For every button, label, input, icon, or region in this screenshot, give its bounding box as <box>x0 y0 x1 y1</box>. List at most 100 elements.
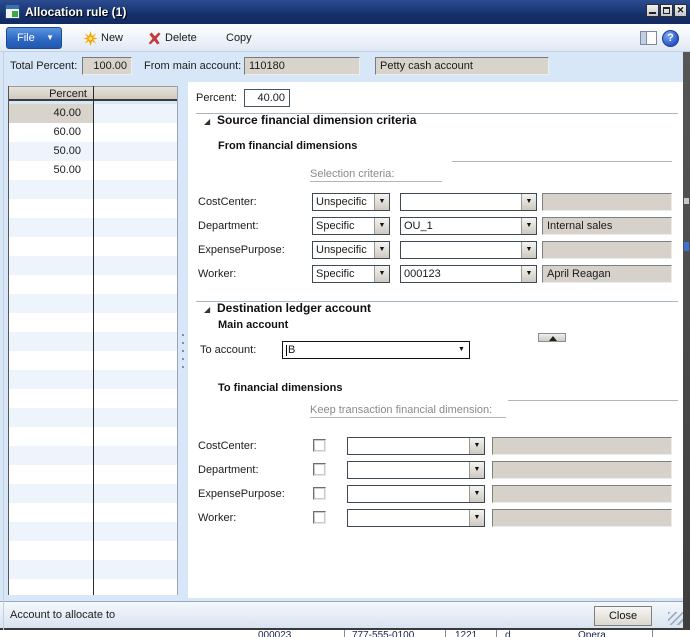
costcenter-checkbox[interactable] <box>313 439 326 452</box>
expensepurpose-mode-select[interactable]: Unspecific ▼ <box>312 241 390 259</box>
expensepurpose-label: ExpensePurpose: <box>198 241 285 259</box>
department-value-select[interactable]: OU_1 ▼ <box>400 217 537 235</box>
chevron-down-icon[interactable]: ▼ <box>521 242 536 258</box>
table-row[interactable]: 40.00 <box>9 104 87 123</box>
costcenter-to-name-field <box>492 437 672 455</box>
percent-grid: Percent 40.00 60.00 50.00 50.00 <box>8 86 178 595</box>
source-section-header[interactable]: Source financial dimension criteria <box>217 113 416 127</box>
background-column-divider <box>652 630 653 637</box>
file-menu-label: File <box>17 28 35 48</box>
selection-criteria-line <box>452 161 672 162</box>
chevron-down-icon[interactable]: ▼ <box>374 242 389 258</box>
grid-column-divider <box>93 86 94 595</box>
file-menu-button[interactable]: File ▼ <box>6 27 62 49</box>
chevron-down-icon[interactable]: ▼ <box>469 510 484 526</box>
from-main-account-field: 110180 <box>244 57 360 75</box>
costcenter-mode-select[interactable]: Unspecific ▼ <box>312 193 390 211</box>
percent-column-header[interactable]: Percent <box>9 87 93 102</box>
minimize-button[interactable] <box>646 4 659 17</box>
scroll-up-button[interactable] <box>538 333 566 342</box>
chevron-down-icon[interactable]: ▼ <box>521 266 536 282</box>
costcenter-value-select[interactable]: ▼ <box>400 193 537 211</box>
expensepurpose-value-select[interactable]: ▼ <box>400 241 537 259</box>
copy-button[interactable]: Copy <box>226 24 252 52</box>
chevron-down-icon[interactable]: ▼ <box>374 266 389 282</box>
percent-label: Percent: <box>196 89 237 107</box>
chevron-down-icon[interactable]: ▼ <box>469 462 484 478</box>
table-row[interactable]: 50.00 <box>9 161 87 180</box>
costcenter-label: CostCenter: <box>198 437 257 455</box>
minimize-icon <box>649 12 656 14</box>
to-account-combobox[interactable]: B ▼ <box>282 341 470 359</box>
table-row[interactable]: 50.00 <box>9 142 87 161</box>
department-label: Department: <box>198 461 259 479</box>
splitter-handle[interactable] <box>181 334 185 368</box>
from-financial-dimensions-header: From financial dimensions <box>218 140 357 152</box>
costcenter-to-select[interactable]: ▼ <box>347 437 485 455</box>
chevron-down-icon: ▼ <box>46 28 54 48</box>
background-column-divider <box>496 630 497 637</box>
chevron-down-icon[interactable]: ▼ <box>454 342 469 358</box>
chevron-down-icon[interactable]: ▼ <box>469 438 484 454</box>
maximize-button[interactable] <box>660 4 673 17</box>
destination-section-header[interactable]: Destination ledger account <box>217 301 371 315</box>
background-row-fragment: Opera <box>578 630 606 637</box>
chevron-down-icon[interactable]: ▼ <box>374 194 389 210</box>
chevron-down-icon[interactable]: ▼ <box>521 194 536 210</box>
expensepurpose-name-field <box>542 241 672 259</box>
chevron-down-icon[interactable]: ▼ <box>469 486 484 502</box>
worker-checkbox[interactable] <box>313 511 326 524</box>
chevron-down-icon[interactable]: ▼ <box>374 218 389 234</box>
costcenter-label: CostCenter: <box>198 193 257 211</box>
form-icon <box>5 4 20 19</box>
worker-to-select[interactable]: ▼ <box>347 509 485 527</box>
expensepurpose-checkbox[interactable] <box>313 487 326 500</box>
toggle-pane-icon[interactable] <box>640 31 657 45</box>
worker-value-select[interactable]: 000123 ▼ <box>400 265 537 283</box>
delete-button[interactable]: Delete <box>165 24 197 52</box>
background-column-divider <box>344 630 345 637</box>
table-row[interactable]: 60.00 <box>9 123 87 142</box>
text-cursor <box>286 345 287 356</box>
worker-to-name-field <box>492 509 672 527</box>
resize-grip[interactable] <box>668 612 684 625</box>
costcenter-name-field <box>542 193 672 211</box>
arrow-up-icon <box>549 336 557 341</box>
background-row-fragment: 777-555-0100 <box>352 630 414 637</box>
to-account-label: To account: <box>200 341 256 359</box>
keep-transaction-line <box>508 400 678 401</box>
status-text: Account to allocate to <box>10 602 115 628</box>
department-to-name-field <box>492 461 672 479</box>
allocation-rule-window: Allocation rule (1) ✕ File ▼ New Delete … <box>0 0 690 637</box>
worker-label: Worker: <box>198 265 236 283</box>
from-main-account-label: From main account: <box>144 60 241 72</box>
main-account-header: Main account <box>218 319 288 331</box>
content-area: Percent 40.00 60.00 50.00 50.00 Percent:… <box>0 82 690 602</box>
new-star-icon <box>83 31 98 46</box>
title-bar: Allocation rule (1) ✕ <box>0 0 690 24</box>
detail-panel: Percent: 40.00 ◢ Source financial dimens… <box>188 82 683 598</box>
department-mode-select[interactable]: Specific ▼ <box>312 217 390 235</box>
help-icon[interactable]: ? <box>662 30 679 47</box>
worker-mode-select[interactable]: Specific ▼ <box>312 265 390 283</box>
background-row-fragment: d <box>505 630 511 637</box>
close-window-button[interactable]: ✕ <box>674 4 687 17</box>
chevron-down-icon[interactable]: ▼ <box>521 218 536 234</box>
department-to-select[interactable]: ▼ <box>347 461 485 479</box>
to-financial-dimensions-header: To financial dimensions <box>218 382 342 394</box>
department-checkbox[interactable] <box>313 463 326 476</box>
background-window-right-edge <box>683 52 690 630</box>
empty-column-header[interactable] <box>93 87 177 102</box>
window-left-edge <box>3 52 4 630</box>
worker-name-field: April Reagan <box>542 265 672 283</box>
total-percent-label: Total Percent: <box>10 60 77 72</box>
percent-input[interactable]: 40.00 <box>244 89 290 107</box>
expensepurpose-to-select[interactable]: ▼ <box>347 485 485 503</box>
close-button[interactable]: Close <box>594 606 652 626</box>
new-button[interactable]: New <box>101 24 123 52</box>
maximize-icon <box>663 7 670 14</box>
window-title: Allocation rule (1) <box>25 0 126 24</box>
background-row-fragment: 000023 <box>258 630 291 637</box>
total-percent-field: 100.00 <box>82 57 132 75</box>
expensepurpose-label: ExpensePurpose: <box>198 485 285 503</box>
